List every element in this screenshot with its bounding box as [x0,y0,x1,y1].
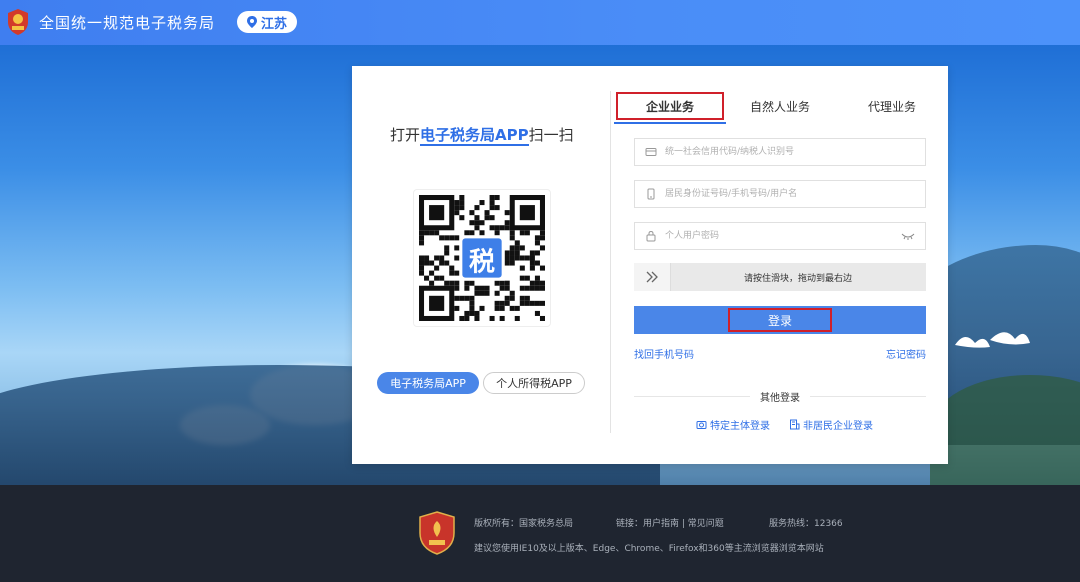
tax-emblem-icon [8,9,28,35]
credit-code-input[interactable] [663,146,925,158]
specific-entity-login-label: 特定主体登录 [710,421,770,432]
slider-handle[interactable] [634,263,671,291]
footer-links[interactable]: 链接：用户指南 | 常见问题 [616,516,724,529]
forgot-password-link[interactable]: 忘记密码 [886,346,926,361]
iit-app-button[interactable]: 个人所得税APP [483,372,585,394]
active-tab-underline [614,122,726,124]
password-field[interactable] [634,222,926,250]
tab-agent[interactable]: 代理业务 [852,92,932,120]
location-pin-icon [246,16,257,28]
specific-entity-login-link[interactable]: 特定主体登录 [696,417,770,432]
other-login-label: 其他登录 [760,392,800,404]
double-chevron-right-icon [646,271,658,283]
footer-browser-tip: 建议您使用IE10及以上版本、Edge、Chrome、Firefox和360等主… [474,544,824,554]
tab-enterprise[interactable]: 企业业务 [616,92,724,120]
tax-shield-emblem-icon [419,511,455,555]
login-button[interactable]: 登录 [634,306,926,334]
slide-verify[interactable]: 请按住滑块，拖动到最右边 [634,263,926,291]
svg-text:税: 税 [469,248,495,278]
region-label: 江苏 [260,16,287,32]
credit-code-field[interactable] [634,138,926,166]
phone-icon [647,188,655,200]
site-title[interactable]: 全国统一规范电子税务局 [39,12,215,33]
qr-title-suffix: 扫一扫 [528,126,574,144]
tab-individual[interactable]: 自然人业务 [736,92,824,120]
retrieve-phone-link[interactable]: 找回手机号码 [634,346,694,361]
qr-code-image: 税 [419,195,545,321]
qr-title-highlight: 电子税务局APP [420,126,529,146]
qr-code: 税 [413,189,551,327]
building-icon [790,419,800,430]
region-selector[interactable]: 江苏 [237,11,297,33]
divider [610,91,611,433]
footer-copyright: 版权所有：国家税务总局 [474,519,574,529]
qr-scan-title: 打开电子税务局APP扫一扫 [390,124,574,146]
other-login-title: 其他登录 [634,389,926,404]
login-card: 打开电子税务局APP扫一扫 税 电子税务局APP 个人所得税APP 企业业务 自… [352,66,948,464]
camera-icon [696,421,707,429]
card-icon [645,148,657,156]
doves-icon [955,332,1030,348]
nonresident-login-link[interactable]: 非居民企业登录 [789,417,873,432]
eye-closed-icon[interactable] [901,231,915,241]
nonresident-login-label: 非居民企业登录 [803,421,873,432]
qr-title-prefix: 打开 [390,126,421,144]
top-header: 全国统一规范电子税务局 江苏 [0,0,1080,45]
footer [0,485,1080,582]
id-input[interactable] [663,188,925,200]
password-input[interactable] [663,230,901,242]
slider-text: 请按住滑块，拖动到最右边 [743,273,852,284]
divider-line [634,395,750,397]
footer-hotline: 服务热线：12366 [769,519,843,529]
id-field[interactable] [634,180,926,208]
divider-line [810,395,926,397]
tax-app-button[interactable]: 电子税务局APP [377,372,479,394]
lock-icon [646,230,656,242]
login-label: 登录 [728,308,832,332]
